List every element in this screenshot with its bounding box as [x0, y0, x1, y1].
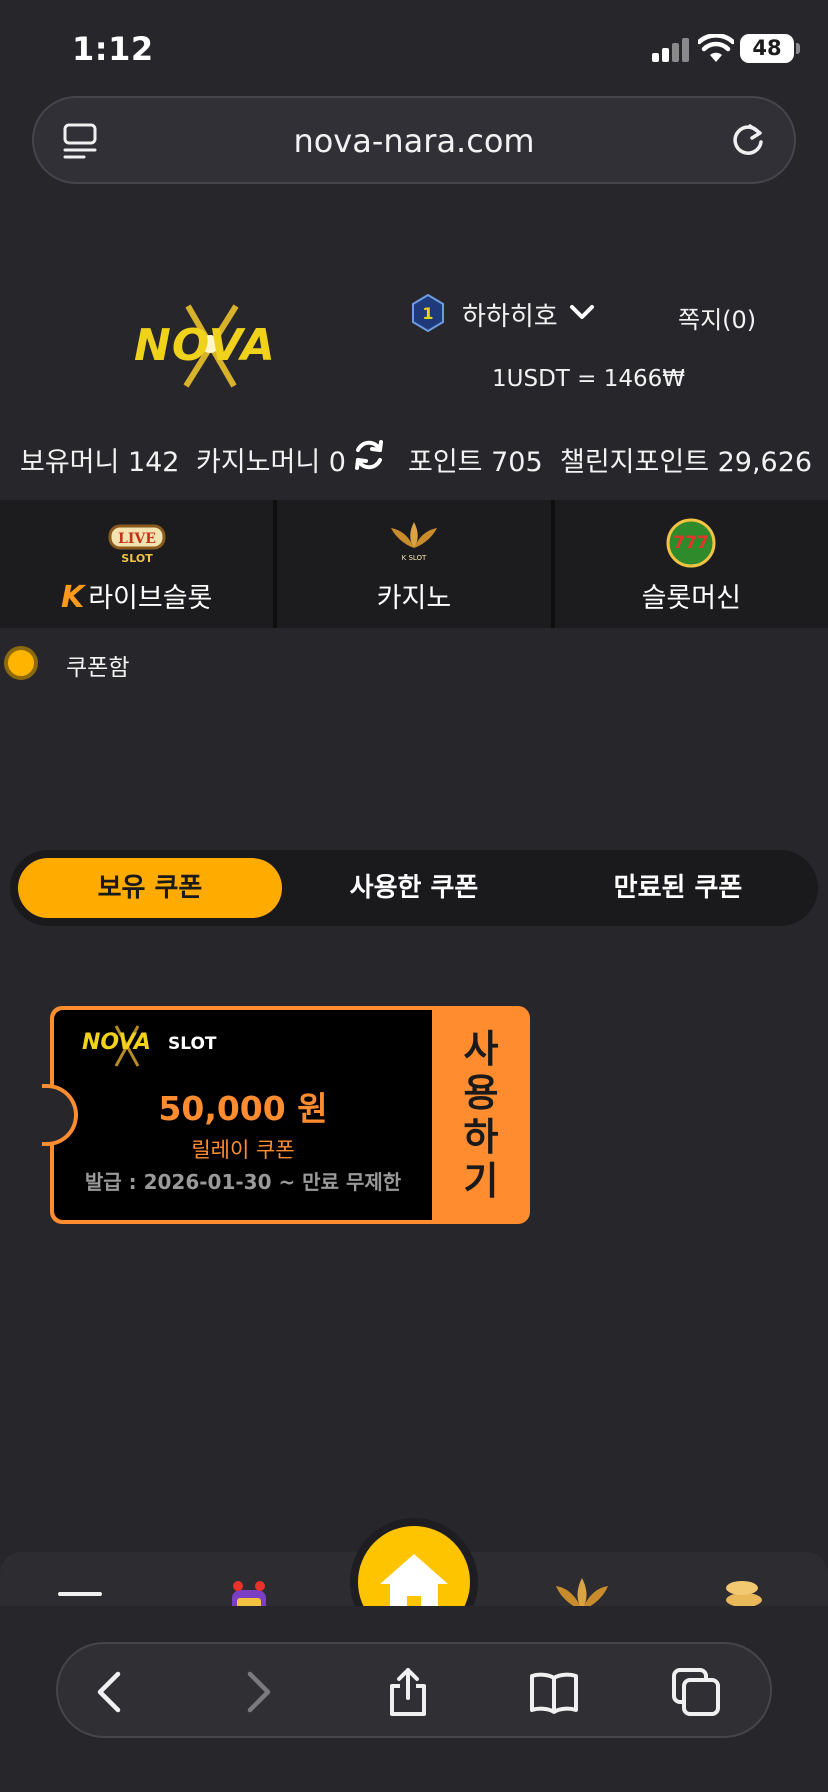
tab-owned-coupons[interactable]: 보유 쿠폰	[18, 858, 282, 918]
use-label-char: 사	[463, 1027, 499, 1071]
coupon-brand: NOVA	[82, 1030, 151, 1055]
category-label: 라이브슬롯	[88, 583, 213, 614]
coupon-brand-sub: SLOT	[168, 1034, 217, 1054]
battery-icon: 48	[740, 34, 800, 63]
title-dot-icon	[4, 646, 38, 680]
forward-icon[interactable]	[230, 1666, 282, 1718]
category-label: 슬롯머신	[641, 583, 741, 614]
holding-money: 보유머니 142	[20, 447, 180, 478]
level-badge-icon: 1	[412, 294, 444, 332]
back-icon[interactable]	[86, 1666, 138, 1718]
coupon-card: NOVA SLOT 50,000 원 릴레이 쿠폰 발급 : 2026-01-3…	[42, 1006, 530, 1224]
wifi-icon	[698, 34, 734, 62]
share-icon[interactable]	[382, 1666, 434, 1718]
coupon-brand-logo: NOVA SLOT	[82, 1024, 232, 1068]
browser-toolbar-pill	[56, 1642, 772, 1738]
site-logo[interactable]: NOVA	[128, 300, 288, 390]
svg-text:SLOT: SLOT	[121, 552, 153, 565]
use-label-char: 용	[463, 1071, 499, 1115]
tabs-icon[interactable]	[670, 1666, 722, 1718]
bookmarks-icon[interactable]	[528, 1666, 580, 1718]
cellular-signal-icon	[652, 38, 692, 62]
username[interactable]: 하하히호	[462, 296, 558, 333]
live-slot-icon: LIVE SLOT	[108, 524, 166, 565]
reload-icon[interactable]	[728, 120, 768, 160]
svg-text:K SLOT: K SLOT	[402, 554, 427, 562]
refresh-icon[interactable]	[352, 438, 386, 472]
browser-toolbar	[0, 1606, 828, 1792]
use-label-char: 기	[463, 1159, 499, 1203]
status-bar: 1:12 48	[0, 0, 828, 96]
level-number: 1	[422, 304, 433, 323]
svg-text:LIVE: LIVE	[118, 531, 156, 547]
game-category-bar: LIVE SLOT K 라이브슬롯 K SLOT 카지노 777 슬롯머신	[0, 500, 828, 628]
exchange-rate: 1USDT = 1466₩	[492, 366, 685, 392]
svg-text:777: 777	[674, 533, 710, 553]
section-title: 쿠폰함	[0, 644, 300, 688]
category-label: 카지노	[376, 583, 452, 614]
coupon-tabs: 보유 쿠폰 사용한 쿠폰 만료된 쿠폰	[10, 850, 818, 926]
challenge-points: 챌린지포인트 29,626	[560, 447, 813, 478]
coupon-body: NOVA SLOT 50,000 원 릴레이 쿠폰 발급 : 2026-01-3…	[54, 1010, 432, 1220]
k-brand-icon: K	[60, 580, 85, 615]
casino-money: 카지노머니 0	[196, 447, 346, 478]
777-slots-icon: 777	[666, 518, 716, 568]
status-time: 1:12	[72, 30, 154, 68]
address-bar[interactable]: nova-nara.com	[32, 96, 796, 184]
chevron-down-icon[interactable]	[568, 300, 596, 324]
messages-link[interactable]: 쪽지(0)	[678, 300, 756, 335]
section-title-label: 쿠폰함	[66, 655, 130, 681]
url-text[interactable]: nova-nara.com	[34, 122, 794, 160]
category-casino[interactable]: K SLOT 카지노	[277, 500, 555, 628]
tab-expired-coupons[interactable]: 만료된 쿠폰	[546, 858, 810, 918]
logo-text: NOVA	[134, 320, 276, 371]
coupon-type: 릴레이 쿠폰	[191, 1138, 295, 1162]
points: 포인트 705	[408, 447, 543, 478]
balance-row: 보유머니 142 카지노머니 0 포인트 705 챌린지포인트 29,626	[0, 436, 828, 486]
category-slot-machine[interactable]: 777 슬롯머신	[555, 500, 828, 628]
coupon-dates: 발급 : 2026-01-30 ~ 만료 무제한	[84, 1170, 402, 1194]
use-label-char: 하	[463, 1115, 499, 1159]
coupon-amount: 50,000 원	[158, 1089, 328, 1128]
k-slot-icon: K SLOT	[390, 522, 437, 562]
tab-used-coupons[interactable]: 사용한 쿠폰	[282, 858, 546, 918]
category-live-slot[interactable]: LIVE SLOT K 라이브슬롯	[0, 500, 278, 628]
use-coupon-button[interactable]: 사 용 하 기	[432, 1006, 530, 1224]
